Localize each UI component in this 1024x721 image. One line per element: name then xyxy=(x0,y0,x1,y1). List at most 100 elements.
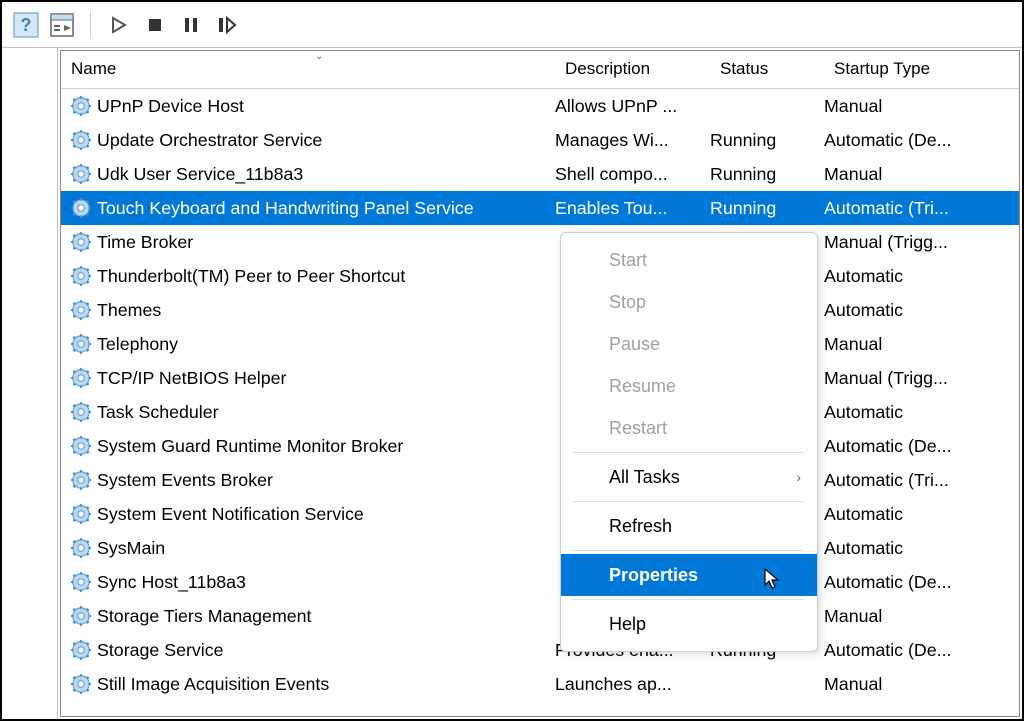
service-name-cell: Touch Keyboard and Handwriting Panel Ser… xyxy=(61,192,555,224)
header-startup[interactable]: Startup Type xyxy=(824,51,1019,88)
service-description-cell: Launches ap... xyxy=(555,670,710,699)
svg-text:?: ? xyxy=(21,15,32,35)
service-name-cell: System Guard Runtime Monitor Broker xyxy=(61,430,555,462)
restart-button[interactable] xyxy=(211,9,243,41)
services-panel: ⌄ Name Description Status Startup Type U… xyxy=(60,50,1020,717)
service-name-label: Storage Service xyxy=(97,640,224,661)
service-startup-cell: Automatic (Tri... xyxy=(824,194,1019,223)
service-name-label: TCP/IP NetBIOS Helper xyxy=(97,368,286,389)
service-row[interactable]: Storage ServiceProvides ena...RunningAut… xyxy=(61,633,1019,667)
service-startup-cell: Automatic (De... xyxy=(824,636,1019,665)
menu-resume: Resume xyxy=(561,365,817,407)
service-row[interactable]: Storage Tiers Management Manual xyxy=(61,599,1019,633)
service-row[interactable]: Update Orchestrator ServiceManages Wi...… xyxy=(61,123,1019,157)
gear-icon xyxy=(69,536,93,560)
service-description-cell: Manages Wi... xyxy=(555,126,710,155)
menu-properties[interactable]: Properties xyxy=(561,554,817,596)
gear-icon xyxy=(69,672,93,696)
stop-button[interactable] xyxy=(139,9,171,41)
gear-icon xyxy=(69,400,93,424)
sort-indicator-icon: ⌄ xyxy=(315,51,323,62)
service-name-label: Time Broker xyxy=(97,232,193,253)
service-name-cell: SysMain xyxy=(61,532,555,564)
menu-help[interactable]: Help xyxy=(561,603,817,645)
start-button[interactable] xyxy=(103,9,135,41)
menu-all-tasks-label: All Tasks xyxy=(609,467,680,488)
service-startup-cell: Manual (Trigg... xyxy=(824,364,1019,393)
service-startup-cell: Automatic (De... xyxy=(824,432,1019,461)
service-description-cell: Allows UPnP ... xyxy=(555,92,710,121)
service-name-label: UPnP Device Host xyxy=(97,96,244,117)
service-name-cell: Storage Service xyxy=(61,634,555,666)
gear-icon xyxy=(69,434,93,458)
service-row[interactable]: Still Image Acquisition Events Launches a… xyxy=(61,667,1019,701)
service-name-cell: Telephony xyxy=(61,328,555,360)
service-row[interactable]: Touch Keyboard and Handwriting Panel Ser… xyxy=(61,191,1019,225)
header-description[interactable]: Description xyxy=(555,51,710,88)
menu-separator xyxy=(573,550,805,551)
context-menu: Start Stop Pause Resume Restart All Task… xyxy=(560,232,818,652)
service-name-label: Task Scheduler xyxy=(97,402,219,423)
service-startup-cell: Manual xyxy=(824,330,1019,359)
service-name-label: Udk User Service_11b8a3 xyxy=(97,164,303,185)
menu-all-tasks[interactable]: All Tasks › xyxy=(561,456,817,498)
service-name-label: System Guard Runtime Monitor Broker xyxy=(97,436,403,457)
menu-refresh[interactable]: Refresh xyxy=(561,505,817,547)
gear-icon xyxy=(69,604,93,628)
pause-button[interactable] xyxy=(175,9,207,41)
service-name-label: Thunderbolt(TM) Peer to Peer Shortcut xyxy=(97,266,405,287)
service-name-label: Sync Host_11b8a3 xyxy=(97,572,246,593)
service-startup-cell: Automatic (Tri... xyxy=(824,466,1019,495)
service-row[interactable]: System Guard Runtime Monitor Broker Autom… xyxy=(61,429,1019,463)
service-startup-cell: Automatic xyxy=(824,296,1019,325)
service-row[interactable]: Udk User Service_11b8a3Shell compo...Run… xyxy=(61,157,1019,191)
gear-icon xyxy=(69,570,93,594)
menu-separator xyxy=(573,501,805,502)
service-row[interactable]: System Event Notification Service Automat… xyxy=(61,497,1019,531)
service-row[interactable]: UPnP Device HostAllows UPnP ...Manual xyxy=(61,89,1019,123)
service-startup-cell: Automatic xyxy=(824,500,1019,529)
gear-icon xyxy=(69,298,93,322)
service-status-cell: Running xyxy=(710,160,824,189)
gear-icon xyxy=(69,94,93,118)
service-name-cell: System Event Notification Service xyxy=(61,498,555,530)
service-description-cell: Enables Tou... xyxy=(555,194,710,223)
header-name[interactable]: Name xyxy=(61,51,555,88)
gear-icon xyxy=(69,128,93,152)
service-name-label: Still Image Acquisition Events xyxy=(97,674,329,695)
service-row[interactable]: Themes Automatic xyxy=(61,293,1019,327)
service-startup-cell: Automatic xyxy=(824,398,1019,427)
toolbar-separator xyxy=(90,11,91,39)
service-name-cell: Time Broker xyxy=(61,226,555,258)
service-row[interactable]: Sync Host_11b8a3Automatic (De... xyxy=(61,565,1019,599)
services-list[interactable]: UPnP Device Host Allows UPnP ... Manual Upd… xyxy=(61,89,1019,716)
service-row[interactable]: TCP/IP NetBIOS Helper Manual (Trigg... xyxy=(61,361,1019,395)
service-name-label: System Event Notification Service xyxy=(97,504,364,525)
service-row[interactable]: Telephony Manual xyxy=(61,327,1019,361)
service-row[interactable]: Thunderbolt(TM) Peer to Peer Shortcut Aut… xyxy=(61,259,1019,293)
service-row[interactable]: Task Scheduler Automatic xyxy=(61,395,1019,429)
gear-icon xyxy=(69,332,93,356)
service-row[interactable]: SysMainAutomatic xyxy=(61,531,1019,565)
gear-icon xyxy=(69,196,93,220)
service-startup-cell: Automatic xyxy=(824,262,1019,291)
service-name-cell: System Events Broker xyxy=(61,464,555,496)
header-status[interactable]: Status xyxy=(710,51,824,88)
gear-icon xyxy=(69,162,93,186)
service-row[interactable]: Time BrokerManual (Trigg... xyxy=(61,225,1019,259)
service-row[interactable]: System Events Broker Automatic (Tri... xyxy=(61,463,1019,497)
service-name-cell: Themes xyxy=(61,294,555,326)
view-button[interactable] xyxy=(46,9,78,41)
toolbar: ? xyxy=(2,2,1022,48)
service-name-cell: Task Scheduler xyxy=(61,396,555,428)
menu-restart: Restart xyxy=(561,407,817,449)
service-name-cell: Storage Tiers Management xyxy=(61,600,555,632)
help-button[interactable]: ? xyxy=(10,9,42,41)
service-name-label: Storage Tiers Management xyxy=(97,606,311,627)
service-name-cell: Udk User Service_11b8a3 xyxy=(61,158,555,190)
chevron-right-icon: › xyxy=(796,469,801,485)
gear-icon xyxy=(69,502,93,526)
service-status-cell: Running xyxy=(710,126,824,155)
service-name-label: System Events Broker xyxy=(97,470,273,491)
service-startup-cell: Manual xyxy=(824,602,1019,631)
